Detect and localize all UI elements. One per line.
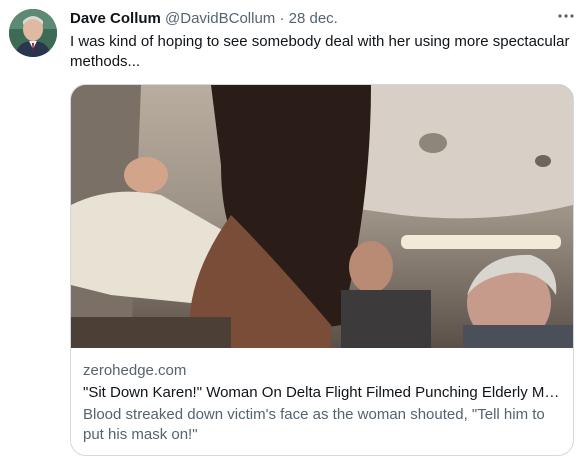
card-meta: zerohedge.com "Sit Down Karen!" Woman On… bbox=[83, 361, 561, 445]
card-domain: zerohedge.com bbox=[83, 362, 187, 379]
tweet[interactable]: Dave Collum @DavidBCollum · 28 dec. I wa… bbox=[0, 0, 588, 473]
tweet-header: Dave Collum @DavidBCollum · 28 dec. bbox=[70, 9, 572, 29]
avatar[interactable] bbox=[9, 9, 57, 57]
link-card[interactable]: zerohedge.com "Sit Down Karen!" Woman On… bbox=[70, 84, 574, 456]
tweet-date[interactable]: 28 dec. bbox=[289, 10, 338, 27]
author-handle[interactable]: @DavidBCollum bbox=[165, 10, 275, 27]
avatar-image bbox=[9, 9, 57, 57]
author-name[interactable]: Dave Collum bbox=[70, 10, 161, 27]
card-image bbox=[71, 85, 573, 348]
card-description: Blood streaked down victim's face as the… bbox=[83, 406, 545, 443]
card-title[interactable]: "Sit Down Karen!" Woman On Delta Flight … bbox=[83, 383, 561, 403]
more-horizontal-icon bbox=[558, 14, 574, 18]
tweet-text: I was kind of hoping to see somebody dea… bbox=[70, 33, 570, 70]
separator-dot: · bbox=[279, 10, 285, 27]
more-options-button[interactable] bbox=[556, 6, 576, 26]
